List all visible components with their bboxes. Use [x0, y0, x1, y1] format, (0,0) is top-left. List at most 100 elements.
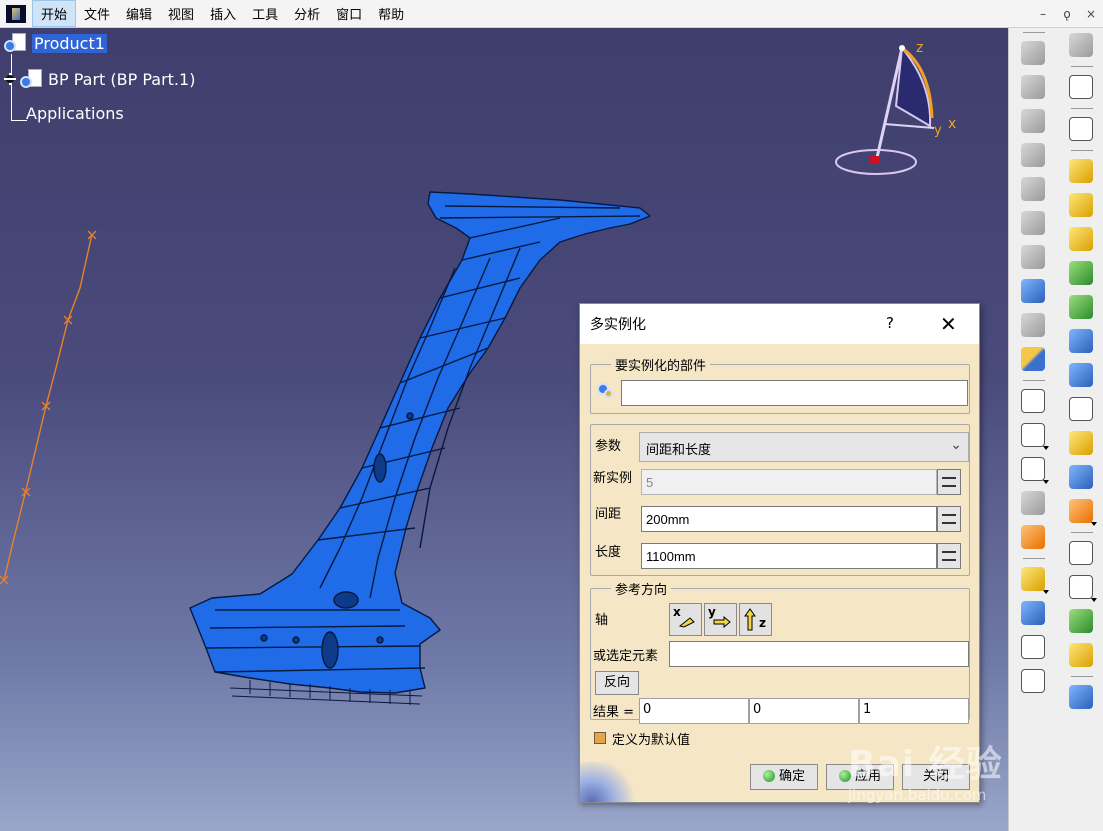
- selected-element-input[interactable]: [669, 641, 969, 667]
- graph-tree-icon: [1021, 245, 1045, 269]
- dialog-close-button[interactable]: ✕: [940, 312, 957, 336]
- toolbar-button[interactable]: [1011, 240, 1055, 274]
- tree-node-label[interactable]: Product1: [32, 33, 107, 53]
- toolbar-button[interactable]: [1059, 324, 1103, 358]
- orientation-compass[interactable]: z x y: [835, 40, 956, 175]
- tree-node-label[interactable]: Applications: [26, 104, 124, 123]
- default-checkbox[interactable]: [594, 732, 606, 744]
- tree-node-label[interactable]: BP Part (BP Part.1): [48, 70, 195, 89]
- close-window-button[interactable]: ×: [1079, 0, 1103, 28]
- toolbar-button[interactable]: [1011, 664, 1055, 698]
- toolbar-button[interactable]: [1059, 70, 1103, 104]
- toolbar-button[interactable]: [1059, 28, 1103, 62]
- selective-load-icon: [1069, 431, 1093, 455]
- toolbar-button[interactable]: [1011, 596, 1055, 630]
- reference-direction-group: 参考方向 轴 x y z 或选定元素 反向 结果 = 0 0 1: [590, 579, 970, 724]
- dialog-title-bar[interactable]: 多实例化 ? ✕: [580, 304, 979, 344]
- z-axis-button[interactable]: z: [739, 603, 772, 636]
- catia-logo-icon[interactable]: [6, 4, 26, 23]
- new-instances-label: 新实例: [593, 471, 633, 486]
- toolbar-button[interactable]: [1011, 274, 1055, 308]
- toolbar-button[interactable]: [1011, 172, 1055, 206]
- toolbar-column-left: [1011, 28, 1057, 698]
- params-select[interactable]: 间距和长度 ⌄: [639, 432, 969, 462]
- spacing-spinner[interactable]: [937, 506, 961, 532]
- tree-connector: [11, 120, 27, 121]
- toolbar-button[interactable]: [1059, 112, 1103, 146]
- toolbar-button[interactable]: [1059, 358, 1103, 392]
- toolbar-button[interactable]: [1011, 452, 1055, 486]
- y-axis-button[interactable]: y: [704, 603, 737, 636]
- restore-button[interactable]: ǫ: [1055, 0, 1079, 28]
- toolbar-button[interactable]: [1059, 392, 1103, 426]
- toolbar-button[interactable]: [1059, 222, 1103, 256]
- link-icon: [1021, 279, 1045, 303]
- toolbar-button[interactable]: [1011, 418, 1055, 452]
- toolbar-button[interactable]: [1011, 70, 1055, 104]
- toolbar-button[interactable]: [1059, 256, 1103, 290]
- tree-node-product1[interactable]: Product1: [4, 32, 107, 54]
- menu-window[interactable]: 窗口: [328, 1, 370, 26]
- menu-tools[interactable]: 工具: [244, 1, 286, 26]
- toolbar-button[interactable]: [1059, 426, 1103, 460]
- toolbar-button[interactable]: [1059, 154, 1103, 188]
- toolbar-separator: [1011, 28, 1057, 36]
- toolbar-button[interactable]: [1011, 138, 1055, 172]
- length-input[interactable]: [641, 543, 937, 569]
- toolbar-button[interactable]: [1011, 520, 1055, 554]
- toolbar-button[interactable]: [1059, 290, 1103, 324]
- multi-instantiation-dialog: 多实例化 ? ✕ 要实例化的部件 参数 间距和长度 ⌄ 新实例 间距 长度 参考…: [579, 303, 980, 803]
- toolbar-button[interactable]: [1011, 308, 1055, 342]
- toolbar-separator: [1011, 554, 1057, 562]
- explode-icon: [1021, 567, 1045, 591]
- menu-view[interactable]: 视图: [160, 1, 202, 26]
- reverse-button[interactable]: 反向: [595, 671, 639, 695]
- menu-edit[interactable]: 编辑: [118, 1, 160, 26]
- move-icon: [1021, 491, 1045, 515]
- menu-analyze[interactable]: 分析: [286, 1, 328, 26]
- tree-node-applications[interactable]: Applications: [26, 104, 124, 123]
- toolbar-button[interactable]: [1059, 638, 1103, 672]
- toolbar-button[interactable]: [1059, 680, 1103, 714]
- toolbar-button[interactable]: [1059, 536, 1103, 570]
- toolbar-button[interactable]: [1011, 630, 1055, 664]
- toolbar-button[interactable]: [1059, 494, 1103, 528]
- minimize-button[interactable]: –: [1031, 0, 1055, 28]
- analysis-icon: [1069, 643, 1093, 667]
- select-cursor-icon: [1069, 75, 1093, 99]
- replace-icon: [1069, 329, 1093, 353]
- tree-node-bp-part[interactable]: BP Part (BP Part.1): [4, 68, 195, 90]
- toolbar-button[interactable]: [1011, 36, 1055, 70]
- toolbar-button[interactable]: [1059, 188, 1103, 222]
- multi-instance-icon: [1021, 347, 1045, 371]
- menu-help[interactable]: 帮助: [370, 1, 412, 26]
- expand-icon[interactable]: [4, 73, 16, 85]
- new-component-icon: [1069, 159, 1093, 183]
- toolbar-button[interactable]: [1011, 562, 1055, 596]
- menu-insert[interactable]: 插入: [202, 1, 244, 26]
- toolbar-button[interactable]: [1059, 570, 1103, 604]
- menu-start[interactable]: 开始: [32, 0, 77, 27]
- toolbar-button[interactable]: [1011, 486, 1055, 520]
- part-to-instantiate-input[interactable]: [621, 380, 968, 406]
- ok-button[interactable]: 确定: [750, 764, 818, 790]
- help-button[interactable]: ?: [886, 314, 894, 332]
- toolbar-button[interactable]: [1059, 604, 1103, 638]
- toolbar-button[interactable]: [1011, 206, 1055, 240]
- flag-note-icon: [1021, 457, 1045, 481]
- dialog-title: 多实例化: [590, 317, 646, 333]
- result-y-value: 0: [749, 698, 859, 724]
- toolbar-button[interactable]: [1011, 104, 1055, 138]
- orange-curve[interactable]: [0, 230, 97, 585]
- existing-file-icon: [1069, 261, 1093, 285]
- dropdown-arrow-icon: [1043, 446, 1049, 450]
- toolbar-button[interactable]: [1059, 460, 1103, 494]
- menu-file[interactable]: 文件: [76, 1, 118, 26]
- x-axis-button[interactable]: x: [669, 603, 702, 636]
- toolbar-button[interactable]: [1011, 384, 1055, 418]
- toolbar-separator: [1059, 104, 1103, 112]
- length-spinner[interactable]: [937, 543, 961, 569]
- spacing-input[interactable]: [641, 506, 937, 532]
- anchor-icon: [1021, 177, 1045, 201]
- toolbar-button[interactable]: [1011, 342, 1055, 376]
